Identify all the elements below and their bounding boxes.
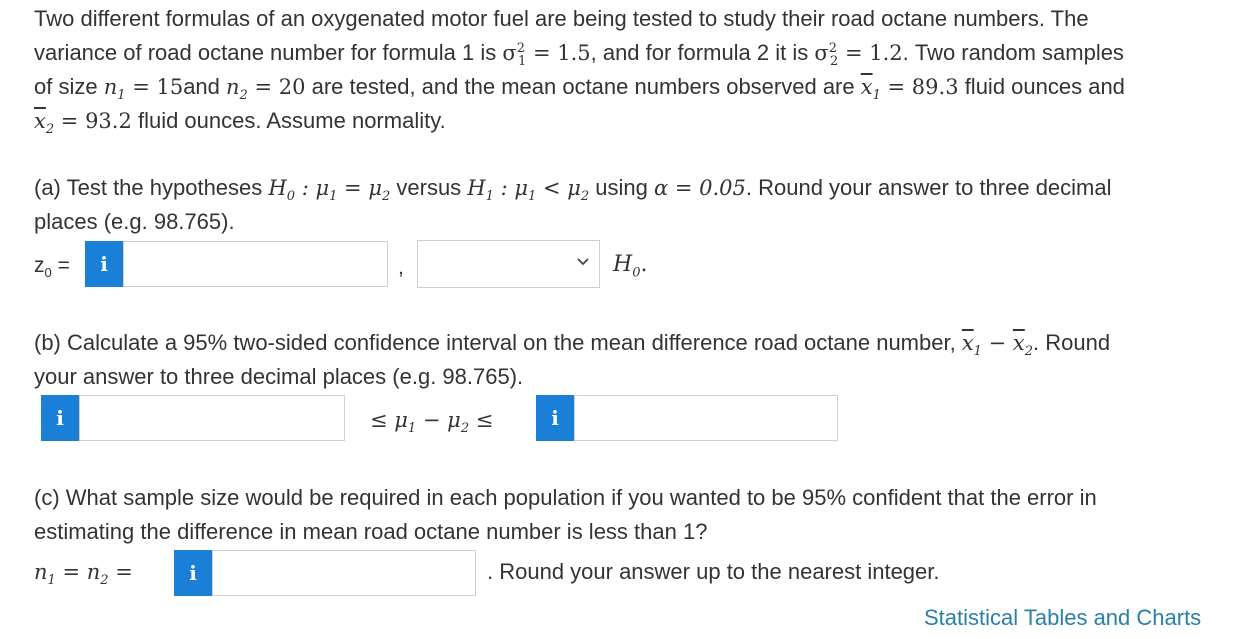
part-b-question: (b) Calculate a 95% two-sided confidence… (34, 326, 1214, 394)
part-b-text1: (b) Calculate a 95% two-sided confidence… (34, 330, 962, 355)
part-a-question: (a) Test the hypotheses H0 : μ1 = μ2 ver… (34, 171, 1214, 239)
x2-bar-symbol: x2 (34, 109, 55, 138)
part-b-example: your answer to three decimal places (e.g… (34, 364, 524, 389)
intro-text-variance2: , and for formula 2 it is (590, 40, 815, 65)
h0-hypothesis: H0 : μ1 = μ2 (268, 176, 391, 205)
sigma2-symbol: σ22 = 1.2 (814, 41, 903, 70)
z0-label: z0 = (34, 254, 70, 281)
n1-value: = 15 (125, 75, 184, 99)
part-a-versus: versus (390, 175, 468, 200)
chevron-down-icon (577, 258, 589, 266)
part-c-round-instruction: . Round your answer up to the nearest in… (487, 559, 940, 584)
lower-bound-input[interactable] (79, 395, 345, 441)
n-equals-label: n1 = n2 = (34, 560, 133, 589)
intro-text-and: and (183, 74, 227, 99)
alpha-value: α = 0.05 (653, 176, 746, 200)
n1-symbol: n1 (103, 75, 126, 104)
sample-size-input[interactable] (212, 550, 476, 596)
info-icon-n[interactable]: i (174, 550, 212, 596)
part-a-using: using (589, 175, 654, 200)
part-a-text1: (a) Test the hypotheses (34, 175, 269, 200)
part-a-example: places (e.g. 98.765). (34, 209, 235, 234)
decision-select[interactable] (417, 240, 600, 288)
intro-text-normality: fluid ounces. Assume normality. (131, 108, 446, 133)
x2-value: = 93.2 (54, 109, 132, 133)
upper-bound-input[interactable] (574, 395, 838, 441)
h0-suffix: H0. (613, 252, 648, 281)
x1-minus-x2: x1 − x2 (961, 331, 1034, 360)
part-c-text1: (c) What sample size would be required i… (34, 485, 1097, 510)
n2-value: = 20 (247, 75, 306, 99)
x1-value: = 89.3 (880, 75, 959, 99)
sigma1-symbol: σ21 = 1.5 (502, 41, 591, 70)
part-c-text2: estimating the difference in mean road o… (34, 519, 708, 544)
info-icon-lower[interactable]: i (41, 395, 79, 441)
problem-intro: Two different formulas of an oxygenated … (34, 2, 1214, 138)
part-a-round: . Round your answer to three decimal (745, 175, 1112, 200)
x1-bar-symbol: x1 (860, 75, 881, 104)
part-b-round: . Round (1033, 330, 1111, 355)
ci-inequality: ≤ μ1 − μ2 ≤ (370, 408, 494, 437)
statistical-tables-link[interactable]: Statistical Tables and Charts (924, 605, 1201, 631)
info-icon-z0[interactable]: i (85, 241, 123, 287)
part-c-question: (c) What sample size would be required i… (34, 481, 1214, 549)
comma-separator: , (398, 256, 404, 279)
intro-text-means: are tested, and the mean octane numbers … (305, 74, 861, 99)
info-icon-upper[interactable]: i (536, 395, 574, 441)
intro-line1: Two different formulas of an oxygenated … (34, 6, 1089, 31)
intro-text-samples: . Two random samples (902, 40, 1124, 65)
intro-text-fluid1: fluid ounces and (958, 74, 1125, 99)
intro-text-size: of size (34, 74, 104, 99)
n2-symbol: n2 (226, 75, 248, 104)
intro-text-variance1: variance of road octane number for formu… (34, 40, 503, 65)
z0-input[interactable] (123, 241, 388, 287)
h1-hypothesis: H1 : μ1 < μ2 (467, 176, 590, 205)
